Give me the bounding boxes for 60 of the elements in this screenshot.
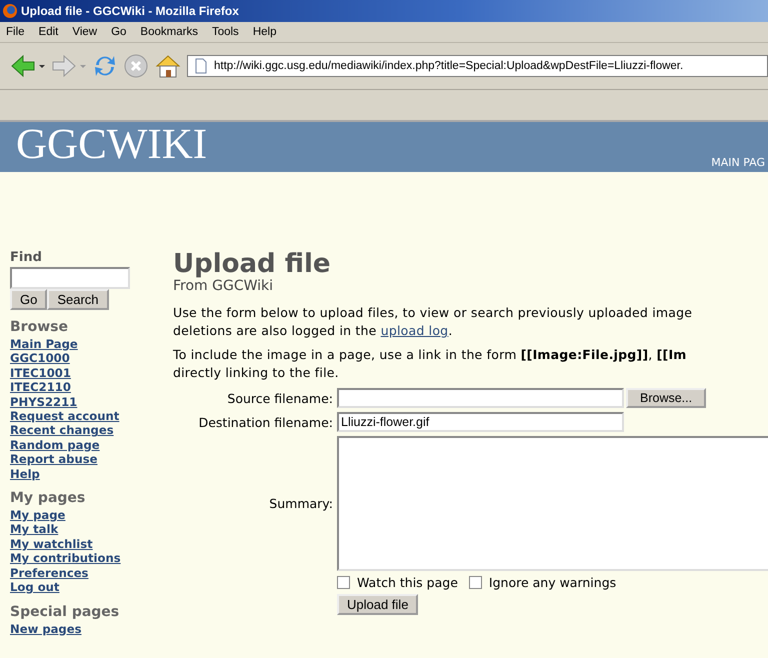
- site-logo[interactable]: GGCWIKI: [16, 122, 208, 168]
- go-button[interactable]: Go: [10, 289, 48, 310]
- checkbox[interactable]: [337, 576, 350, 589]
- sidebar-link[interactable]: Preferences: [10, 566, 88, 580]
- menu-item[interactable]: Tools: [206, 26, 247, 38]
- page-subtitle: From GGCWiki: [173, 278, 274, 294]
- stop-icon[interactable]: [123, 53, 149, 79]
- upload-button[interactable]: Upload file: [337, 594, 418, 615]
- menu-item[interactable]: Edit: [32, 26, 66, 38]
- home-icon[interactable]: [154, 53, 182, 79]
- source-filename-field[interactable]: [337, 388, 624, 408]
- menu-item[interactable]: View: [66, 26, 106, 38]
- search-button[interactable]: Search: [47, 289, 109, 310]
- sidebar-link[interactable]: Log out: [10, 580, 60, 594]
- field-label: Destination filename:: [198, 414, 333, 430]
- sidebar-link[interactable]: New pages: [10, 622, 82, 636]
- section-heading: My pages: [10, 490, 86, 506]
- forward-arrow-icon[interactable]: [51, 54, 77, 78]
- help-text: To include the image in a page, use a link in the form [[Image:File.jpg]], [[Im: [173, 346, 688, 364]
- sidebar-link[interactable]: Help: [10, 466, 40, 482]
- menu-item[interactable]: File: [0, 26, 33, 38]
- back-arrow-icon[interactable]: [10, 54, 36, 78]
- section-heading: Browse: [10, 319, 68, 335]
- sidebar-link[interactable]: My page: [10, 508, 66, 522]
- sidebar-link[interactable]: Report abuse: [10, 452, 98, 467]
- find-label: Find: [10, 250, 42, 265]
- search-field[interactable]: [10, 267, 130, 289]
- checkbox[interactable]: [468, 576, 482, 589]
- intro-text: Use the form below to upload files, to view or search previously uploaded image: [173, 304, 694, 322]
- browse-button[interactable]: Browse...: [626, 388, 706, 408]
- menu-item[interactable]: Help: [246, 26, 284, 38]
- sidebar-link[interactable]: PHYS2211: [10, 394, 78, 410]
- field-label: Summary:: [268, 496, 333, 511]
- sidebar-link[interactable]: Main Page: [10, 337, 78, 352]
- sidebar-link[interactable]: My talk: [10, 522, 58, 537]
- checkbox-label: Ignore any warnings: [488, 575, 616, 590]
- section-heading: Special pages: [10, 604, 120, 620]
- sidebar-link[interactable]: Request account: [10, 409, 120, 424]
- nav-link[interactable]: MAIN PAG: [711, 156, 765, 169]
- help-text: directly linking to the file.: [173, 364, 340, 382]
- sidebar-link[interactable]: Random page: [10, 438, 100, 452]
- address-bar[interactable]: http://wiki.ggc.usg.edu/mediawiki/index.php?title=Special:Upload&wpDestFile=Lliuzzi-flower.: [187, 55, 768, 77]
- page-icon: [194, 58, 208, 74]
- firefox-icon: [2, 3, 18, 19]
- sidebar-link[interactable]: Recent changes: [10, 423, 114, 438]
- sidebar-link[interactable]: ITEC1001: [10, 366, 71, 380]
- destination-filename-field[interactable]: Lliuzzi-flower.gif: [337, 412, 624, 432]
- page-title: Upload file: [173, 250, 332, 278]
- sidebar-link[interactable]: GGC1000: [10, 351, 70, 366]
- upload-log-link[interactable]: upload log: [380, 323, 448, 338]
- summary-field[interactable]: [337, 436, 768, 571]
- sidebar-link[interactable]: ITEC2110: [10, 380, 71, 395]
- menu-item[interactable]: Go: [105, 26, 134, 38]
- sidebar-link[interactable]: My contributions: [10, 551, 121, 566]
- checkbox-label: Watch this page: [357, 575, 458, 590]
- window-title: Upload file - GGCWiki - Mozilla Firefox: [21, 4, 239, 18]
- field-label: Source filename:: [226, 390, 333, 406]
- sidebar-link[interactable]: My watchlist: [10, 536, 93, 552]
- intro-text: deletions are also logged in the upload log.: [173, 322, 454, 340]
- menu-item[interactable]: Bookmarks: [134, 26, 206, 38]
